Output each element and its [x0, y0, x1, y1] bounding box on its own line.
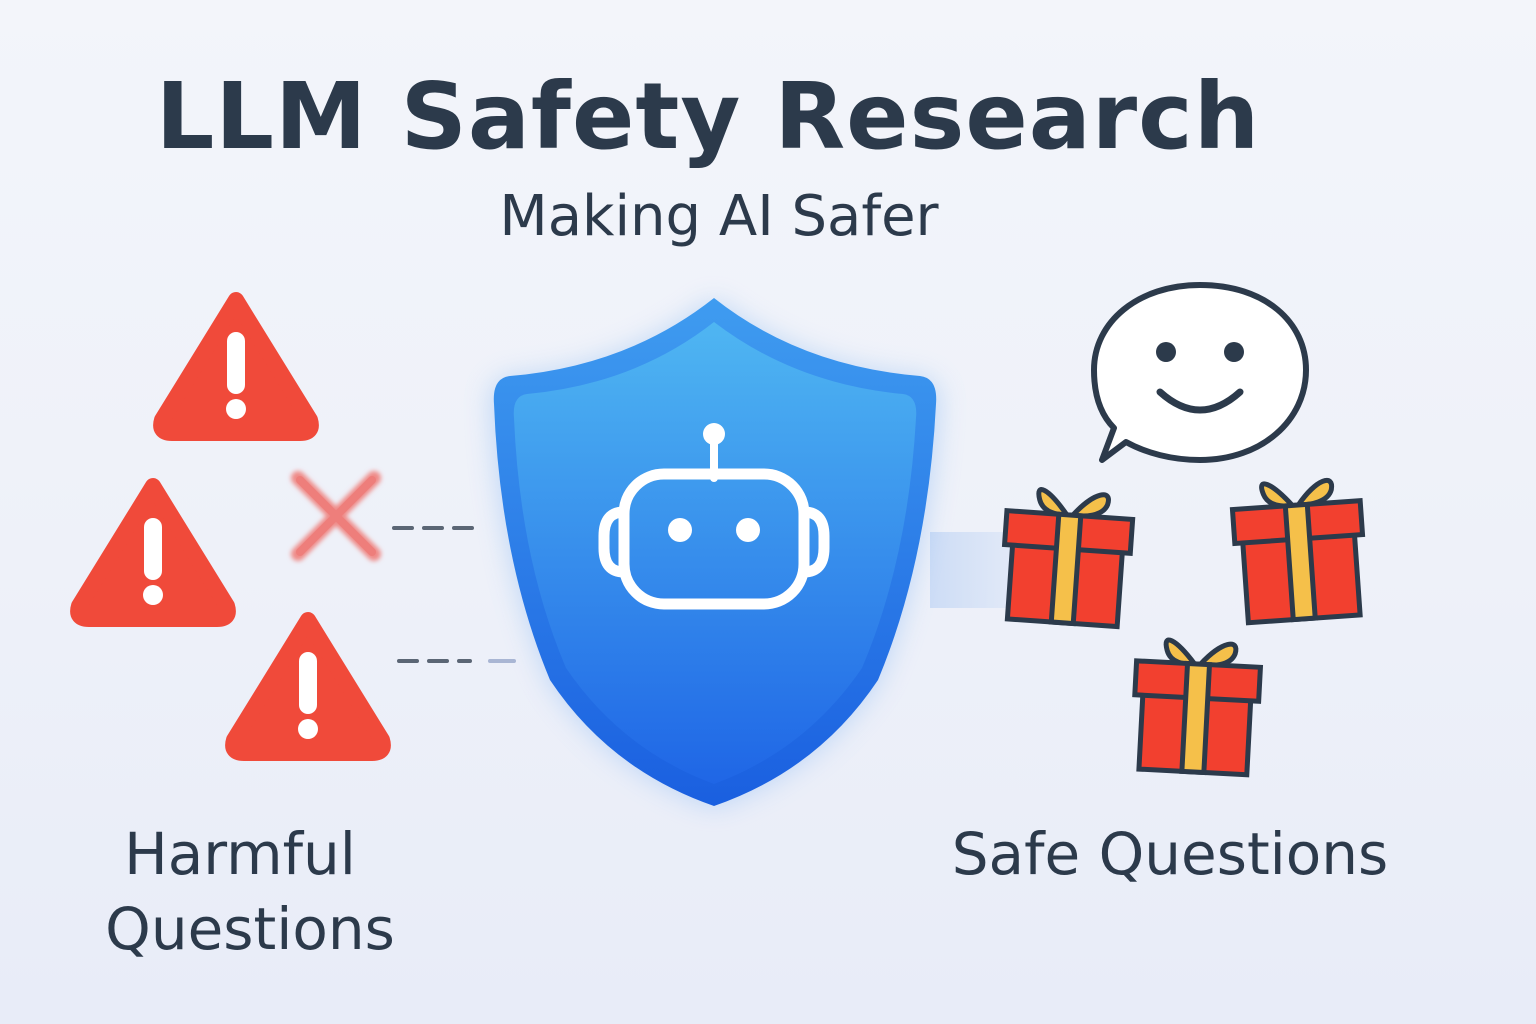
warning-icon [70, 478, 236, 627]
gift-icon [1001, 487, 1136, 630]
safe-questions-label: Safe Questions [951, 820, 1389, 888]
x-mark-icon [291, 471, 381, 561]
harmful-questions-label: Harmful [124, 820, 356, 888]
shield-icon [491, 298, 939, 806]
gift-icon [1229, 478, 1366, 626]
smiley-speech-bubble-icon [1091, 282, 1309, 463]
gift-icon [1132, 637, 1264, 778]
warning-icon [225, 612, 391, 761]
warning-icon [153, 292, 319, 441]
harmful-questions-label-line2: Questions [105, 895, 395, 963]
